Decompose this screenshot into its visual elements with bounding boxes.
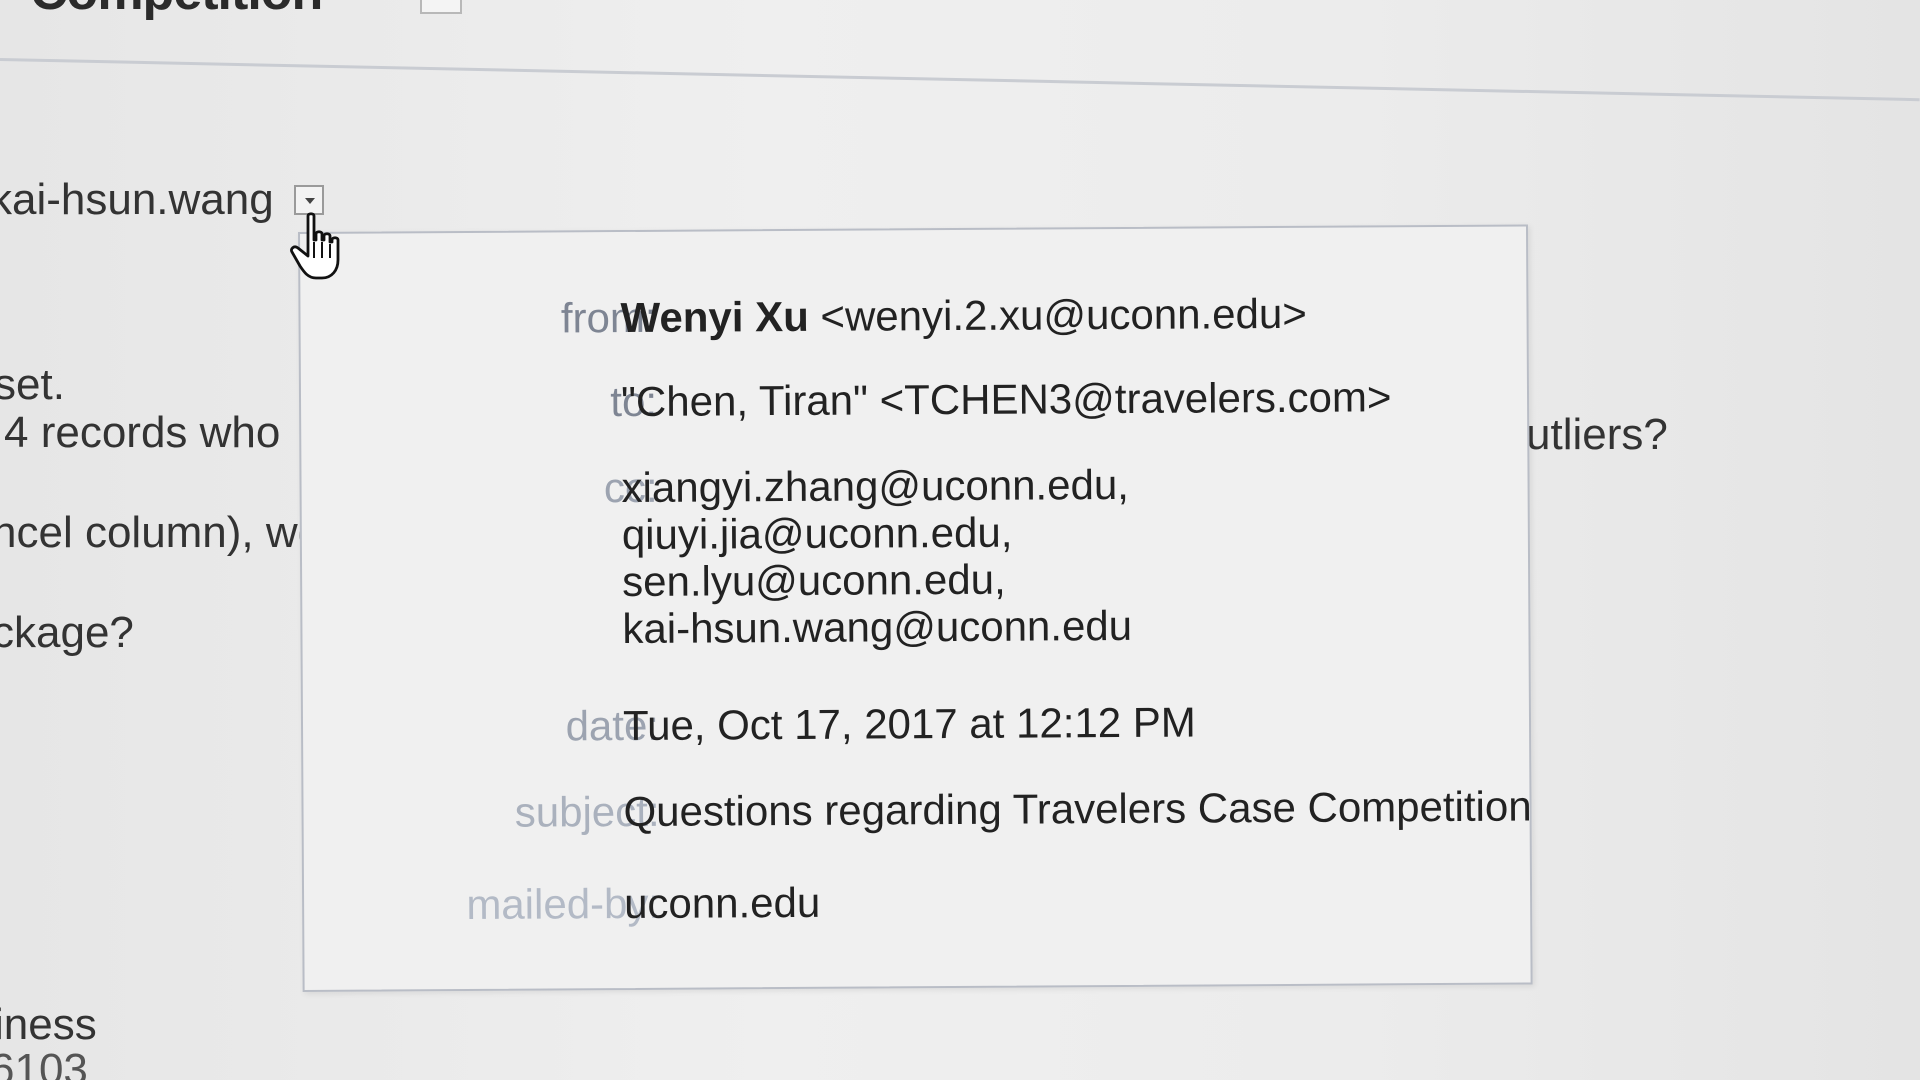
signature-line: iness: [0, 1000, 97, 1049]
subject-row: subject: Questions regarding Travelers C…: [303, 782, 1532, 835]
to-row: to: "Chen, Tiran" <TCHEN3@travelers.com>: [301, 372, 1527, 425]
date-row: date: Tue, Oct 17, 2017 at 12:12 PM: [303, 696, 1529, 750]
show-details-button[interactable]: [294, 185, 324, 215]
star-checkbox[interactable]: [420, 0, 462, 14]
mailed-by-value: uconn.edu: [623, 878, 821, 928]
body-text-line: 4 records who: [4, 408, 281, 457]
hand-pointer-icon: [288, 212, 348, 289]
email-view: Competition kai-hsun.wang set. 4 records…: [0, 0, 1920, 1080]
cc-row: cc: xiangyi.zhang@uconn.edu, qiuyi.jia@u…: [301, 458, 1527, 652]
from-row: from: Wenyi Xu <wenyi.2.xu@uconn.edu>: [300, 288, 1526, 342]
body-text-line: set.: [0, 360, 65, 409]
page-title: Competition: [30, 0, 323, 22]
date-value: Tue, Oct 17, 2017 at 12:12 PM: [622, 698, 1196, 750]
mailed-by-row: mailed-by: uconn.edu: [304, 874, 1530, 928]
cc-address[interactable]: sen.lyu@uconn.edu,: [622, 555, 1132, 605]
cc-address[interactable]: kai-hsun.wang@uconn.edu: [622, 602, 1132, 652]
from-value: Wenyi Xu <wenyi.2.xu@uconn.edu>: [620, 290, 1307, 342]
header-divider: [0, 58, 1920, 102]
chevron-down-icon: [305, 198, 315, 204]
cc-address[interactable]: xiangyi.zhang@uconn.edu,: [621, 461, 1131, 511]
message-details-popup: from: Wenyi Xu <wenyi.2.xu@uconn.edu> to…: [298, 224, 1533, 992]
sender-name[interactable]: kai-hsun.wang: [0, 175, 274, 225]
to-value[interactable]: "Chen, Tiran" <TCHEN3@travelers.com>: [621, 373, 1392, 426]
cc-list: xiangyi.zhang@uconn.edu, qiuyi.jia@uconn…: [621, 461, 1132, 652]
body-text-line: utliers?: [1526, 410, 1668, 459]
from-email[interactable]: <wenyi.2.xu@uconn.edu>: [820, 290, 1307, 340]
signature-line: 6103: [0, 1045, 88, 1080]
body-text-line: ckage?: [0, 608, 134, 657]
cc-address[interactable]: qiuyi.jia@uconn.edu,: [622, 508, 1132, 558]
from-name[interactable]: Wenyi Xu: [620, 293, 809, 341]
body-text-line: ncel column), we: [0, 508, 323, 557]
subject-value: Questions regarding Travelers Case Compe…: [623, 782, 1532, 836]
